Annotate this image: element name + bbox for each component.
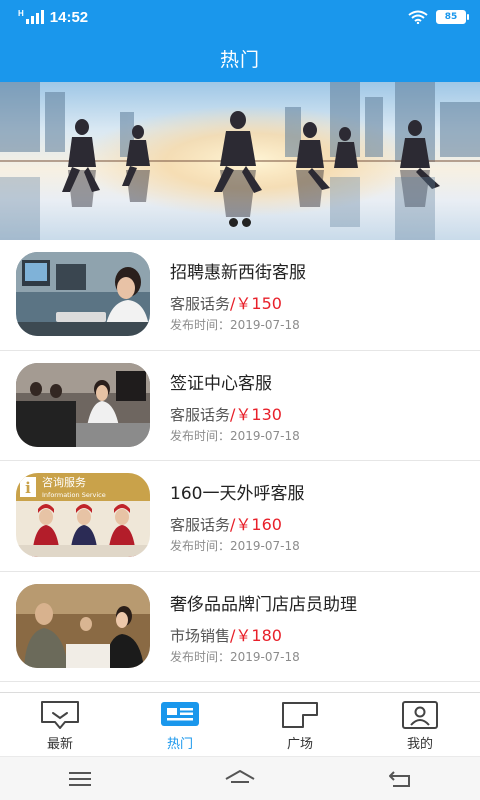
tab-square[interactable]: 广场 [240,693,360,756]
system-nav-bar [0,756,480,800]
news-card-icon [161,702,199,726]
job-item[interactable]: 签证中心客服 客服话务/￥130 发布时间：2019-07-18 [0,351,480,461]
job-category: 客服话务 [170,405,231,424]
signal-icon: H [18,10,44,24]
back-icon [389,770,410,787]
status-bar: H 14:52 85 [0,0,480,34]
chat-bubble-icon [41,701,79,729]
job-date: 发布时间：2019-07-18 [170,537,300,554]
job-date-label: 发布时间： [170,428,231,443]
battery-icon: 85 [436,10,469,24]
job-date-label: 发布时间： [170,539,231,553]
job-title: 奢侈品品牌门店店员助理 [170,594,357,615]
job-category: 客服话务 [170,295,231,313]
battery-level: 85 [444,12,458,22]
job-thumbnail [16,362,150,447]
job-title: 招聘惠新西街客服 [170,263,306,283]
job-item[interactable]: i 咨询服务 Information Service 160一天外呼客服 客服话… [0,461,480,572]
menu-button[interactable] [50,764,110,794]
job-date-value: 2019-07-18 [230,428,300,443]
job-date-value: 2019-07-18 [230,649,300,664]
menu-icon [69,771,91,786]
wifi-icon [408,10,428,24]
tab-latest[interactable]: 最新 [0,693,120,756]
job-thumbnail [16,583,150,668]
job-date: 发布时间：2019-07-18 [170,648,300,665]
tab-mine[interactable]: 我的 [360,693,480,756]
back-button[interactable] [370,764,430,794]
job-price: ￥160 [235,515,282,534]
clock: 14:52 [49,8,89,26]
job-date: 发布时间：2019-07-18 [170,427,300,444]
job-price: ￥150 [235,294,282,313]
banner-image [0,82,480,240]
job-list: 招聘惠新西街客服 客服话务/￥150 发布时间：2019-07-18 签证中心客… [0,240,480,692]
job-date-label: 发布时间： [170,318,231,332]
carousel-dot[interactable] [229,218,238,227]
tab-label: 我的 [406,737,433,752]
carousel-dots [0,218,480,227]
job-item[interactable]: 招聘惠新西街客服 客服话务/￥150 发布时间：2019-07-18 [0,240,480,351]
job-date: 发布时间：2019-07-18 [170,316,300,333]
consult-sign: 咨询服务 [42,475,86,489]
page-title: 热门 [219,48,260,71]
job-price: ￥180 [235,625,282,645]
job-meta: 客服话务/￥130 [170,401,282,425]
tab-hot[interactable]: 热门 [120,693,240,756]
profile-icon [402,701,438,729]
job-thumbnail: i 咨询服务 Information Service [16,473,150,557]
carousel-dot[interactable] [242,218,251,227]
job-item[interactable]: 奢侈品品牌门店店员助理 市场销售/￥180 发布时间：2019-07-18 [0,572,480,682]
job-category: 客服话务 [170,516,231,534]
job-date-label: 发布时间： [170,649,231,664]
job-meta: 市场销售/￥180 [170,622,282,646]
job-date-value: 2019-07-18 [230,539,300,553]
tab-label: 广场 [286,737,313,752]
svg-text:i: i [25,479,31,497]
tab-label: 最新 [46,737,73,752]
job-title: 160一天外呼客服 [170,484,305,504]
job-category: 市场销售 [170,626,231,645]
job-date-value: 2019-07-18 [230,318,300,332]
banner-carousel[interactable] [0,82,480,240]
home-icon [225,769,255,783]
home-button[interactable] [210,764,270,794]
job-meta: 客服话务/￥160 [170,511,282,535]
tab-label: 热门 [166,737,193,752]
job-price: ￥130 [235,404,282,424]
bottom-tab-bar: 最新 热门 广场 我的 [0,692,480,756]
status-right: 85 [408,10,469,24]
status-left: H 14:52 [18,9,88,26]
title-bar: 热门 [0,34,480,82]
job-meta: 客服话务/￥150 [170,290,282,314]
job-thumbnail [16,252,150,336]
job-title: 签证中心客服 [170,373,272,394]
consult-sign-en: Information Service [42,491,106,499]
square-icon [282,702,318,728]
